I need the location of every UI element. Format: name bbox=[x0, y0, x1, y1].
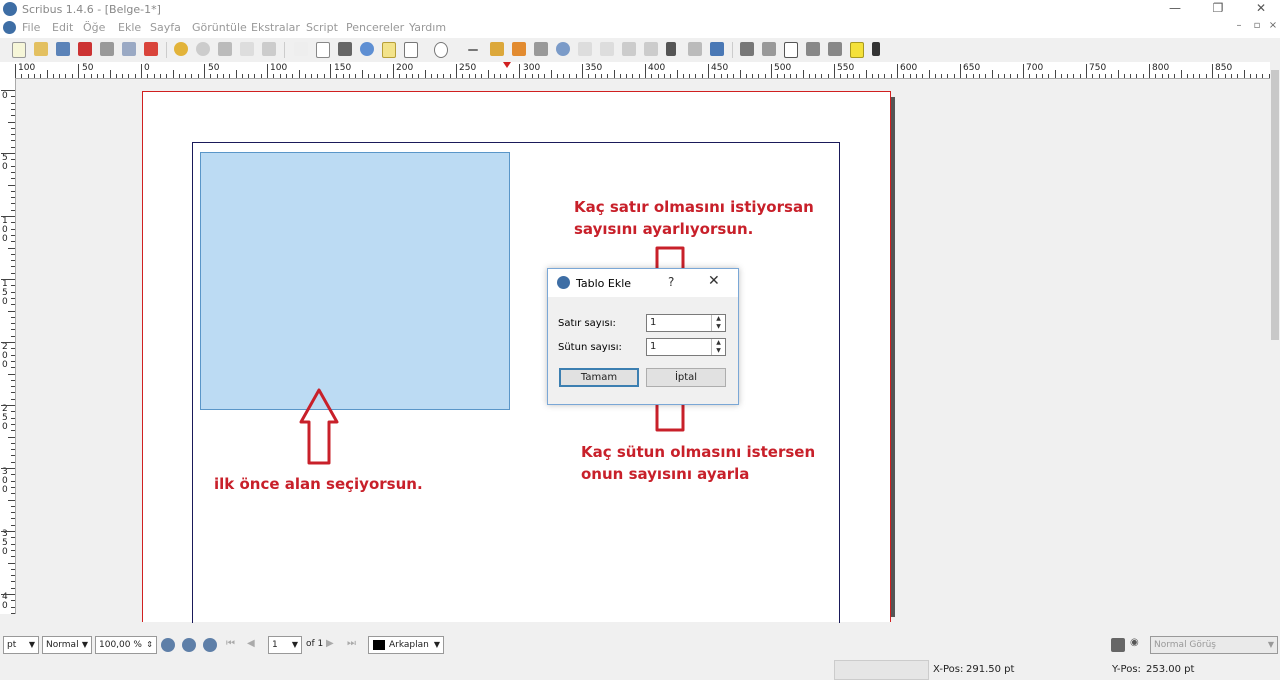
xpos-label: X-Pos: bbox=[933, 664, 964, 675]
columns-spinbox[interactable]: 1 ▲ ▼ bbox=[646, 338, 726, 356]
help-button[interactable]: ? bbox=[668, 275, 674, 289]
ypos-label: Y-Pos: bbox=[1112, 664, 1141, 675]
page-count: of 1 bbox=[306, 639, 324, 649]
rows-label: Satır sayısı: bbox=[558, 318, 616, 329]
chevron-down-icon: ▼ bbox=[81, 640, 88, 649]
scribus-logo-icon bbox=[557, 276, 570, 289]
last-page-icon[interactable]: ⏭ bbox=[347, 638, 356, 649]
preview-mode-select[interactable]: Normal ▼ bbox=[42, 636, 92, 654]
view-mode-select[interactable]: Normal Görüş ▼ bbox=[1150, 636, 1278, 654]
columns-label: Sütun sayısı: bbox=[558, 342, 622, 353]
previous-page-icon[interactable]: ◀ bbox=[247, 638, 255, 649]
layer-select[interactable]: Arkaplan ▼ bbox=[368, 636, 444, 654]
unit-value: pt bbox=[7, 640, 17, 650]
eye-icon[interactable]: ◉ bbox=[1130, 637, 1139, 648]
preview-mode-value: Normal bbox=[46, 640, 79, 650]
cancel-button[interactable]: İptal bbox=[646, 368, 726, 387]
page-select[interactable]: 1 ▼ bbox=[268, 636, 302, 654]
xpos-value: 291.50 pt bbox=[966, 664, 1015, 675]
chevron-down-icon: ▼ bbox=[433, 640, 440, 649]
chevron-down-icon: ▼ bbox=[28, 640, 35, 649]
rows-annotation: Kaç satır olmasını istiyorsan sayısını a… bbox=[574, 198, 814, 238]
layer-color-swatch bbox=[373, 640, 385, 650]
up-arrow-icon bbox=[299, 388, 339, 465]
first-page-icon[interactable]: ⏮ bbox=[226, 638, 235, 649]
spin-arrows-icon[interactable]: ▲ ▼ bbox=[711, 339, 725, 355]
ok-button[interactable]: Tamam bbox=[559, 368, 639, 387]
zoom-out-icon[interactable] bbox=[161, 638, 175, 652]
dialog-title: Tablo Ekle bbox=[576, 277, 632, 290]
preview-toggle-icon[interactable] bbox=[1111, 638, 1125, 652]
zoom-input[interactable]: 100,00 % ⇕ bbox=[95, 636, 157, 654]
layer-name: Arkaplan bbox=[389, 640, 429, 650]
area-annotation: ilk önce alan seçiyorsun. bbox=[214, 475, 423, 493]
columns-value[interactable]: 1 bbox=[650, 341, 656, 352]
spin-arrows-icon[interactable]: ▲ ▼ bbox=[711, 315, 725, 331]
columns-annotation: Kaç sütun olmasını istersen onun sayısın… bbox=[581, 443, 816, 483]
chevron-down-icon: ▼ bbox=[1267, 640, 1274, 649]
zoom-in-icon[interactable] bbox=[203, 638, 217, 652]
chevron-down-icon: ▼ bbox=[291, 640, 298, 649]
dialog-titlebar: Tablo Ekle ? ✕ bbox=[548, 269, 738, 297]
dialog-close-button[interactable]: ✕ bbox=[708, 273, 720, 289]
progress-bar bbox=[834, 660, 929, 680]
status-bar: pt ▼ Normal ▼ 100,00 % ⇕ ⏮ ◀ 1 ▼ of 1 ▶ ⏭ Ar… bbox=[0, 630, 1280, 680]
spin-arrows-icon: ⇕ bbox=[146, 640, 153, 649]
rows-spinbox[interactable]: 1 ▲ ▼ bbox=[646, 314, 726, 332]
unit-select[interactable]: pt ▼ bbox=[3, 636, 39, 654]
insert-table-dialog: Tablo Ekle ? ✕ Satır sayısı: 1 ▲ ▼ Sütun … bbox=[547, 268, 739, 405]
view-mode-value: Normal Görüş bbox=[1154, 640, 1216, 650]
page-number: 1 bbox=[272, 640, 278, 650]
ypos-value: 253.00 pt bbox=[1146, 664, 1195, 675]
zoom-100-icon[interactable] bbox=[182, 638, 196, 652]
next-page-icon[interactable]: ▶ bbox=[326, 638, 334, 649]
rows-value[interactable]: 1 bbox=[650, 317, 656, 328]
zoom-value: 100,00 % bbox=[99, 640, 142, 650]
